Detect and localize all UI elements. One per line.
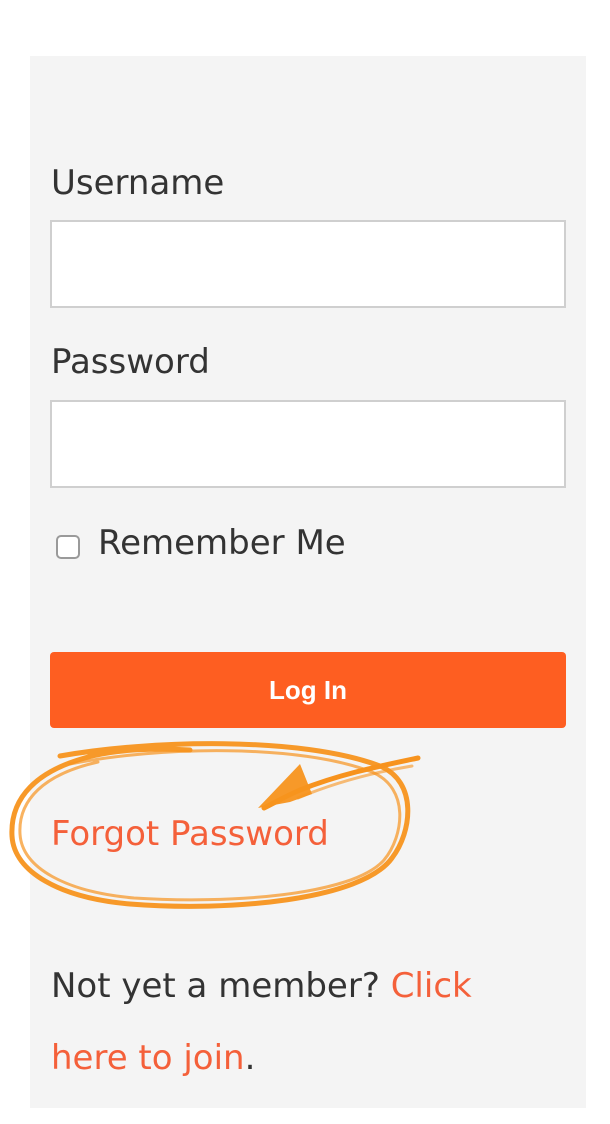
password-input[interactable]: [50, 400, 566, 488]
remember-me-checkbox[interactable]: [56, 535, 80, 559]
join-prompt: Not yet a member? Click here to join.: [51, 950, 521, 1094]
login-button[interactable]: Log In: [50, 652, 566, 728]
username-input[interactable]: [50, 220, 566, 308]
forgot-password-link[interactable]: Forgot Password: [51, 814, 329, 854]
join-suffix: .: [244, 1038, 256, 1078]
remember-me-label[interactable]: Remember Me: [98, 523, 346, 563]
password-label: Password: [51, 342, 210, 382]
join-prompt-text: Not yet a member?: [51, 966, 391, 1006]
username-label: Username: [51, 163, 225, 203]
